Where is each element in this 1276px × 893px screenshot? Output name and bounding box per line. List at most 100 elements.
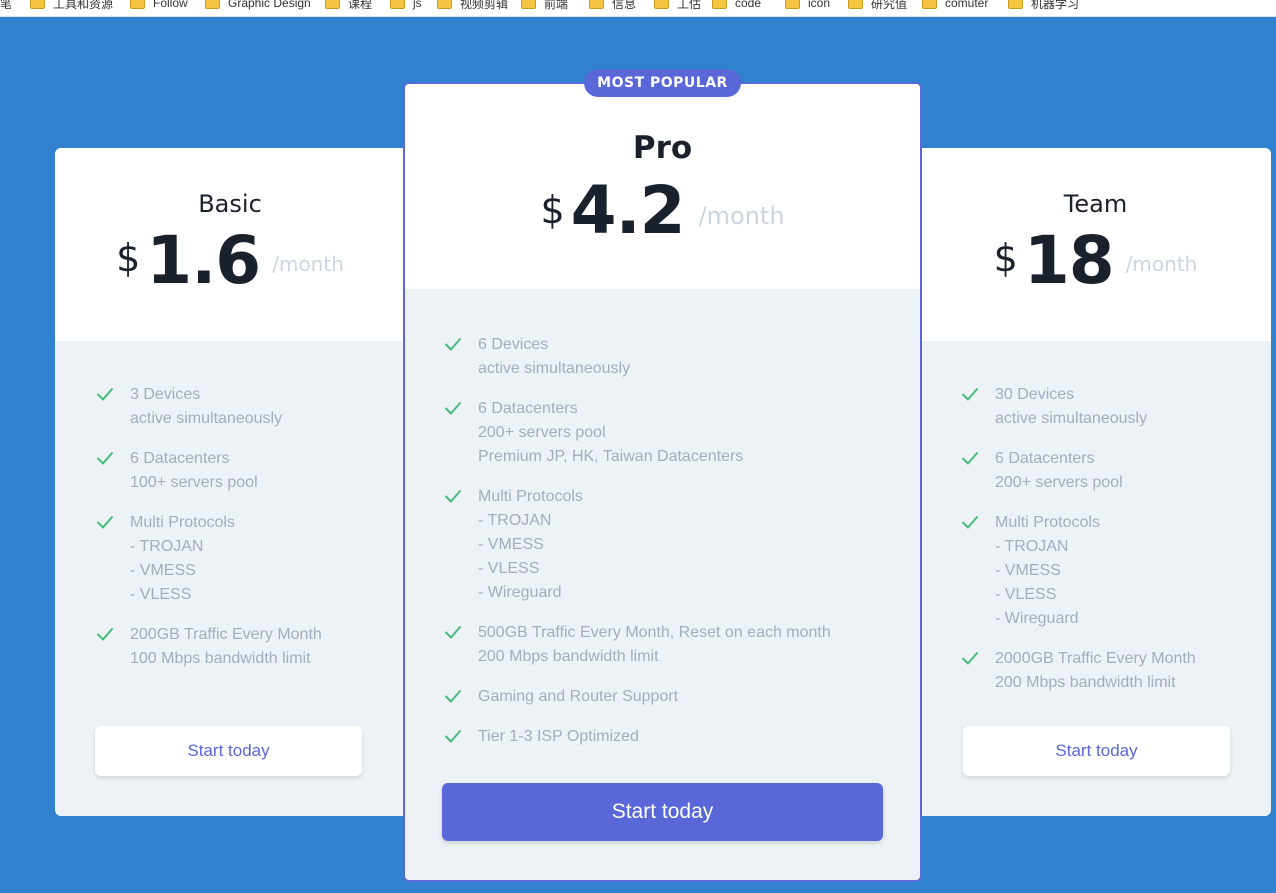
feature-text: 6 Datacenters 100+ servers pool xyxy=(130,447,258,495)
check-icon xyxy=(962,652,978,665)
feature-item: 6 Devices active simultaneously xyxy=(443,333,920,381)
currency-symbol: $ xyxy=(993,236,1018,280)
check-icon xyxy=(97,452,113,465)
feature-line: Gaming and Router Support xyxy=(478,688,679,705)
feature-item: Multi Protocols - TROJAN - VMESS - VLESS - W… xyxy=(960,511,1271,631)
plan-card-team: Team $ 18 /month 30 Devices active simult… xyxy=(920,148,1271,816)
bookmark-item[interactable]: 工估 xyxy=(654,0,701,13)
feature-text: Tier 1-3 ISP Optimized xyxy=(478,725,639,749)
feature-line: 100+ servers pool xyxy=(130,474,258,491)
feature-text: Gaming and Router Support xyxy=(478,685,678,709)
feature-text: Multi Protocols - TROJAN - VMESS - VLESS - W… xyxy=(995,511,1100,631)
bookmark-item[interactable]: Graphic Design xyxy=(205,0,311,13)
feature-text: 6 Devices active simultaneously xyxy=(478,333,630,381)
feature-text: 200GB Traffic Every Month 100 Mbps bandwi… xyxy=(130,623,322,671)
feature-item: Gaming and Router Support xyxy=(443,685,920,709)
feature-text: 2000GB Traffic Every Month 200 Mbps bandw… xyxy=(995,647,1196,695)
feature-line: 200GB Traffic Every Month xyxy=(130,626,322,643)
price-period: /month xyxy=(272,252,344,276)
start-today-button-basic[interactable]: Start today xyxy=(95,726,362,776)
start-today-button-pro[interactable]: Start today xyxy=(442,783,883,841)
feature-item: 6 Datacenters 200+ servers pool Premium JP… xyxy=(443,397,920,469)
feature-line: - VLESS xyxy=(478,560,540,577)
folder-icon xyxy=(922,0,937,9)
feature-item: 6 Datacenters 200+ servers pool xyxy=(960,447,1271,495)
folder-icon xyxy=(654,0,669,9)
feature-line: 200 Mbps bandwidth limit xyxy=(995,674,1176,691)
folder-icon xyxy=(390,0,405,9)
feature-line: - VMESS xyxy=(130,562,196,579)
feature-line: - VMESS xyxy=(478,536,544,553)
check-icon xyxy=(445,626,461,639)
feature-item: 200GB Traffic Every Month 100 Mbps bandwi… xyxy=(95,623,405,671)
plan-header: Team $ 18 /month xyxy=(920,148,1271,341)
plan-header: Pro $ 4.2 /month xyxy=(405,84,920,289)
feature-line: Tier 1-3 ISP Optimized xyxy=(478,728,639,745)
bookmark-label: 研究值 xyxy=(871,0,908,11)
folder-icon xyxy=(848,0,863,9)
folder-icon xyxy=(130,0,145,9)
bookmark-item[interactable]: code xyxy=(712,0,761,13)
bookmark-label: comuter xyxy=(945,0,989,10)
feature-line: 6 Devices xyxy=(478,336,549,353)
check-icon xyxy=(962,516,978,529)
feature-item: 3 Devices active simultaneously xyxy=(95,383,405,431)
bookmark-label: js xyxy=(413,0,422,10)
check-icon xyxy=(97,516,113,529)
plan-name: Basic xyxy=(198,190,262,218)
bookmark-item[interactable]: 信息 xyxy=(589,0,636,13)
currency-symbol: $ xyxy=(116,236,141,280)
bookmark-item[interactable]: 研究值 xyxy=(848,0,907,13)
folder-icon xyxy=(205,0,220,9)
plan-name: Team xyxy=(1063,190,1128,218)
bookmark-item[interactable]: 前端 xyxy=(521,0,568,13)
folder-icon xyxy=(437,0,452,9)
feature-text: 6 Datacenters 200+ servers pool xyxy=(995,447,1123,495)
folder-icon xyxy=(589,0,604,9)
check-icon xyxy=(445,730,461,743)
folder-icon xyxy=(325,0,340,9)
feature-item: 6 Datacenters 100+ servers pool xyxy=(95,447,405,495)
bookmark-label: code xyxy=(735,0,762,10)
feature-item: 2000GB Traffic Every Month 200 Mbps bandw… xyxy=(960,647,1271,695)
bookmark-label: 工估 xyxy=(677,0,702,11)
check-icon xyxy=(97,388,113,401)
bookmark-item[interactable]: 机器学习 xyxy=(1008,0,1079,13)
price-amount: 4.2 xyxy=(570,172,686,249)
bookmark-item[interactable]: 课程 xyxy=(325,0,372,13)
bookmark-item[interactable]: icon xyxy=(785,0,830,13)
bookmark-item[interactable]: Follow xyxy=(130,0,188,13)
feature-line: active simultaneously xyxy=(478,360,631,377)
check-icon xyxy=(445,690,461,703)
feature-text: 500GB Traffic Every Month, Reset on each… xyxy=(478,621,831,669)
start-today-button-team[interactable]: Start today xyxy=(963,726,1230,776)
bookmark-item[interactable]: 笔 xyxy=(0,0,12,13)
currency-symbol: $ xyxy=(540,188,565,232)
feature-line: 3 Devices xyxy=(130,386,201,403)
feature-line: - TROJAN xyxy=(995,538,1069,555)
feature-line: Premium JP, HK, Taiwan Datacenters xyxy=(478,448,744,465)
feature-line: 6 Datacenters xyxy=(995,450,1095,467)
most-popular-badge: MOST POPULAR xyxy=(584,69,741,97)
feature-text: 6 Datacenters 200+ servers pool Premium JP… xyxy=(478,397,743,469)
bookmark-item[interactable]: comuter xyxy=(922,0,988,13)
feature-line: 6 Datacenters xyxy=(130,450,230,467)
feature-line: 100 Mbps bandwidth limit xyxy=(130,650,311,667)
bookmark-item[interactable]: 工具和资源 xyxy=(30,0,113,13)
bookmark-item[interactable]: 视频剪辑 xyxy=(437,0,508,13)
feature-line: - VMESS xyxy=(995,562,1061,579)
folder-icon xyxy=(785,0,800,9)
feature-line: Multi Protocols xyxy=(995,514,1100,531)
bookmark-label: 前端 xyxy=(544,0,569,11)
feature-item: 500GB Traffic Every Month, Reset on each… xyxy=(443,621,920,669)
feature-line: 200+ servers pool xyxy=(478,424,606,441)
bookmark-label: 课程 xyxy=(348,0,373,11)
feature-line: Multi Protocols xyxy=(130,514,235,531)
check-icon xyxy=(445,402,461,415)
feature-list: 30 Devices active simultaneously 6 Datacen… xyxy=(920,341,1271,695)
feature-item: Tier 1-3 ISP Optimized xyxy=(443,725,920,749)
price-row: $ 1.6 /month xyxy=(55,226,405,296)
plan-name: Pro xyxy=(632,130,693,166)
price-row: $ 18 /month xyxy=(920,226,1271,296)
bookmark-item[interactable]: js xyxy=(390,0,422,13)
